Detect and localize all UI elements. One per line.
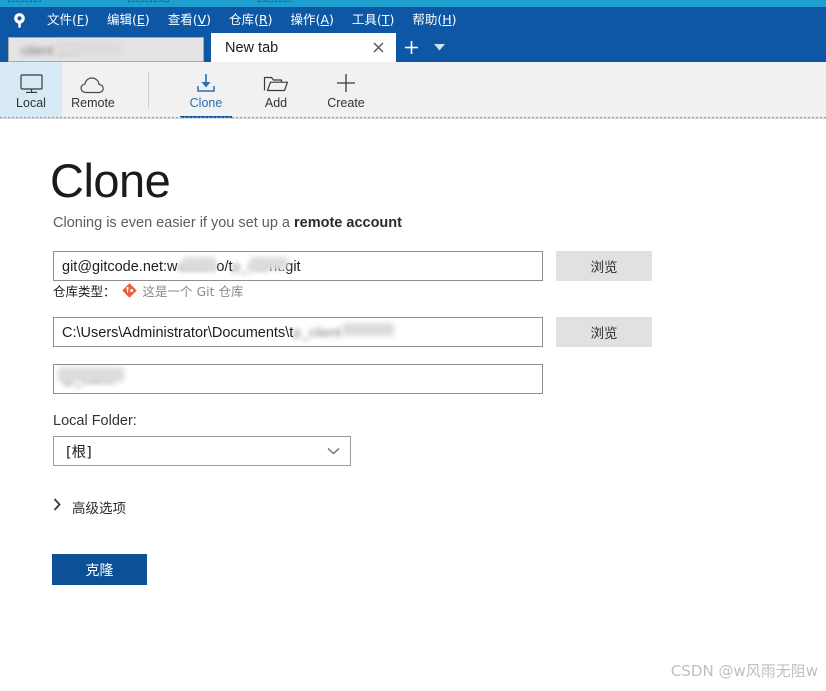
repository-name-row: tp_client — [53, 364, 543, 394]
watermark: CSDN @w风雨无阻w — [670, 662, 818, 680]
menu-bar: 文件(F) 编辑(E) 查看(V) 仓库(R) 操作(A) 工具(T) 帮助(H… — [0, 7, 826, 33]
remote-account-link[interactable]: remote account — [294, 215, 402, 231]
menu-item-view-label: 查看 — [167, 12, 193, 27]
source-url-value-suffix: nt.git — [269, 259, 301, 275]
menu-item-actions-label: 操作 — [290, 12, 316, 27]
plus-icon — [335, 70, 357, 94]
download-icon — [194, 70, 218, 94]
source-url-redaction-1: aaabo — [177, 258, 217, 274]
folder-icon — [263, 70, 289, 94]
menu-item-help-label: 帮助 — [412, 12, 438, 27]
background-window-strip: □□□□ □□□□□ □□□□ — [0, 0, 826, 7]
background-window-ghost-text-3: □□□□ — [258, 0, 293, 5]
tab-repository-redacted[interactable]: client 147 — [8, 37, 204, 62]
menu-item-file-accel: F — [76, 12, 85, 27]
destination-path-input[interactable]: C:\Users\Administrator\Documents\tp_clie… — [53, 317, 543, 347]
menu-item-help-accel: H — [442, 12, 452, 27]
chevron-down-icon — [327, 442, 340, 460]
advanced-options-label: 高级选项 — [72, 501, 126, 517]
repository-name-input[interactable]: tp_client — [53, 364, 543, 394]
toolbar-button-clone-label: Clone — [189, 96, 223, 111]
tab-new-tab-label: New tab — [225, 39, 279, 56]
menu-item-repository[interactable]: 仓库(R) — [220, 7, 281, 33]
menu-item-repository-accel: R — [258, 12, 268, 27]
menu-item-help[interactable]: 帮助(H) — [403, 7, 465, 33]
menu-item-file-label: 文件 — [47, 12, 73, 27]
toolbar-button-add-label: Add — [264, 96, 288, 111]
tab-list-dropdown-button[interactable] — [426, 33, 452, 62]
toolbar-button-local[interactable]: Local — [0, 62, 62, 118]
menu-item-view[interactable]: 查看(V) — [159, 7, 220, 33]
toolbar-button-clone[interactable]: Clone — [171, 62, 241, 118]
page-subtitle: Cloning is even easier if you set up a r… — [53, 215, 402, 231]
source-url-value-middle: o/t — [216, 259, 233, 275]
menu-item-tools[interactable]: 工具(T) — [343, 7, 403, 33]
clone-submit-button[interactable]: 克隆 — [52, 554, 147, 585]
destination-path-redaction-overlay — [342, 323, 394, 336]
repository-type-label: 仓库类型： — [53, 284, 116, 299]
source-url-value: git@gitcode.net:w — [62, 259, 178, 275]
repository-name-value: tp_client — [62, 371, 115, 387]
destination-path-row: C:\Users\Administrator\Documents\tp_clie… — [53, 317, 543, 347]
tab-new-tab[interactable]: New tab — [211, 33, 396, 62]
local-folder-selected-value: [根] — [66, 444, 92, 461]
toolbar-button-create-label: Create — [327, 96, 365, 111]
git-diamond-icon — [121, 283, 137, 298]
toolbar-button-create[interactable]: Create — [311, 62, 381, 118]
clone-page: Clone Cloning is even easier if you set … — [0, 119, 826, 691]
source-url-input[interactable]: git@gitcode.net:waaaboo/tp_client.git — [53, 251, 543, 281]
cloud-icon — [79, 70, 107, 94]
local-folder-select[interactable]: [根] — [53, 436, 351, 466]
main-toolbar: Local Remote Clone Add Create — [0, 62, 826, 119]
menu-item-edit[interactable]: 编辑(E) — [98, 7, 159, 33]
background-window-ghost-text-2: □□□□□ — [128, 0, 171, 5]
toolbar-button-remote[interactable]: Remote — [62, 62, 124, 118]
browse-source-button[interactable]: 浏览 — [556, 251, 652, 281]
browse-destination-button[interactable]: 浏览 — [556, 317, 652, 347]
destination-path-value: C:\Users\Administrator\Documents\t — [62, 325, 294, 341]
advanced-options-expander[interactable]: 高级选项 — [53, 497, 126, 517]
tab-strip: client 147 New tab — [0, 33, 826, 62]
menu-item-actions[interactable]: 操作(A) — [282, 7, 343, 33]
source-url-row: git@gitcode.net:waaaboo/tp_client.git — [53, 251, 543, 281]
sourcetree-logo-icon — [0, 7, 38, 33]
focus-indicator — [0, 117, 826, 118]
page-title: Clone — [50, 154, 171, 207]
monitor-icon — [19, 70, 43, 94]
menu-item-tools-label: 工具 — [351, 12, 377, 27]
chevron-right-icon — [53, 498, 61, 516]
menu-item-actions-accel: A — [320, 12, 330, 27]
local-folder-label: Local Folder: — [53, 413, 137, 429]
close-icon[interactable] — [370, 40, 386, 56]
toolbar-button-local-label: Local — [16, 96, 46, 111]
menu-item-edit-label: 编辑 — [107, 12, 133, 27]
menu-item-tools-accel: T — [381, 12, 390, 27]
toolbar-button-remote-label: Remote — [71, 96, 115, 111]
background-window-ghost-text-1: □□□□ — [8, 0, 43, 5]
source-url-redaction-2: p_clie — [232, 258, 270, 274]
menu-item-view-accel: V — [197, 12, 207, 27]
chevron-down-icon — [433, 44, 445, 51]
menu-item-repository-label: 仓库 — [229, 12, 255, 27]
repository-type-row: 仓库类型： 这是一个 Git 仓库 — [53, 281, 244, 300]
repository-type-value: 这是一个 Git 仓库 — [142, 284, 244, 299]
destination-path-redaction: p_client — [293, 324, 342, 340]
menu-item-edit-accel: E — [136, 12, 145, 27]
page-subtitle-prefix: Cloning is even easier if you set up a — [53, 215, 294, 231]
tab-repository-label: client 147 — [21, 41, 81, 58]
plus-icon — [404, 41, 418, 54]
menu-item-file[interactable]: 文件(F) — [38, 7, 98, 33]
toolbar-separator — [148, 72, 149, 108]
toolbar-button-add[interactable]: Add — [241, 62, 311, 118]
new-tab-button[interactable] — [396, 33, 426, 62]
